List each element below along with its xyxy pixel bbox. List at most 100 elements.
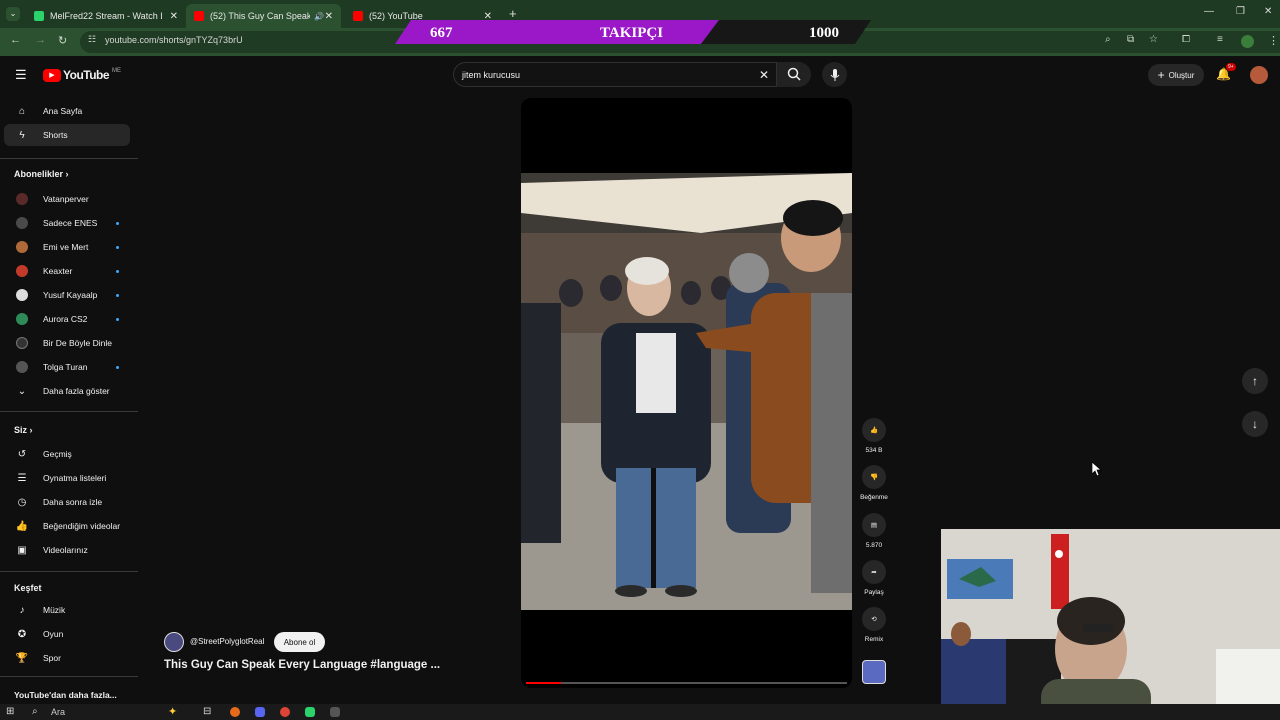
notifications-button[interactable]: 🔔 9+ bbox=[1216, 63, 1236, 81]
search-button[interactable] bbox=[777, 62, 811, 87]
sidebar-item-home[interactable]: ⌂ Ana Sayfa bbox=[0, 100, 130, 122]
close-tab-icon[interactable]: ✕ bbox=[325, 11, 333, 22]
playlist-icon: ☰ bbox=[17, 472, 27, 484]
minimize-button[interactable]: — bbox=[1204, 6, 1214, 17]
short-video-player[interactable] bbox=[521, 98, 852, 688]
sidebar-sub-item[interactable]: Vatanperver bbox=[0, 188, 130, 210]
sidebar-sub-item[interactable]: Bir De Böyle Dinle bbox=[0, 332, 130, 354]
new-content-dot bbox=[116, 269, 119, 273]
sidebar-item-playlists[interactable]: ☰ Oynatma listeleri bbox=[0, 467, 130, 489]
kick-app-icon[interactable] bbox=[305, 707, 315, 717]
like-icon: 👍 bbox=[15, 520, 29, 532]
tab-list-icon[interactable]: ⌄ bbox=[6, 7, 20, 21]
sidebar-item-your-videos[interactable]: ▣ Videolarınız bbox=[0, 539, 130, 561]
close-window-button[interactable]: ✕ bbox=[1264, 6, 1272, 17]
voice-search-button[interactable] bbox=[822, 62, 847, 87]
zoom-icon[interactable]: ⌕ bbox=[1105, 34, 1111, 45]
comments-button[interactable]: ▤ 5.870 bbox=[858, 513, 890, 549]
back-icon[interactable]: ← bbox=[10, 34, 21, 46]
progress-track[interactable] bbox=[526, 682, 847, 684]
section-title: Siz bbox=[14, 425, 28, 435]
show-more-button[interactable]: ⌄ Daha fazla göster bbox=[0, 380, 130, 402]
search-icon bbox=[787, 67, 801, 81]
app-icon[interactable] bbox=[330, 707, 340, 717]
shorts-icon: ϟ bbox=[19, 129, 25, 141]
forward-icon[interactable]: → bbox=[35, 34, 46, 46]
notification-badge: 9+ bbox=[1226, 63, 1236, 71]
sidebar-item-label: Bir De Böyle Dinle bbox=[43, 338, 112, 348]
sidebar-sub-item[interactable]: Emi ve Mert bbox=[0, 236, 130, 258]
reload-icon[interactable]: ↻ bbox=[58, 34, 67, 47]
sidebar-item-label: Müzik bbox=[43, 605, 66, 615]
taskbar-search-input[interactable]: Ara bbox=[51, 707, 65, 717]
clock-icon: ◷ bbox=[17, 496, 27, 508]
sidebar-item-music[interactable]: ♪ Müzik bbox=[0, 599, 130, 621]
hamburger-menu-icon[interactable]: ☰ bbox=[15, 67, 27, 83]
url-text: youtube.com/shorts/gnTYZq73brU bbox=[105, 35, 243, 45]
account-avatar[interactable] bbox=[1250, 66, 1268, 84]
subscriptions-header[interactable]: Abonelikler › bbox=[14, 169, 69, 179]
firefox-icon[interactable] bbox=[230, 707, 240, 717]
webcam-overlay bbox=[941, 529, 1280, 720]
short-title[interactable]: This Guy Can Speak Every Language #langu… bbox=[164, 659, 440, 671]
sidebar-sub-item[interactable]: Aurora CS2 bbox=[0, 308, 130, 330]
thumbs-up-icon: 👍 bbox=[869, 427, 879, 434]
maximize-button[interactable]: ❐ bbox=[1236, 6, 1245, 17]
chrome-icon[interactable] bbox=[280, 707, 290, 717]
home-icon: ⌂ bbox=[18, 105, 26, 117]
channel-name[interactable]: @StreetPolyglotReal bbox=[190, 637, 264, 646]
you-header[interactable]: Siz › bbox=[14, 425, 33, 435]
new-tab-button[interactable]: + bbox=[509, 6, 517, 21]
tab-melfred[interactable]: MelFred22 Stream - Watch Live ✕ bbox=[26, 4, 186, 28]
channel-avatar-icon bbox=[15, 240, 29, 254]
divider bbox=[0, 411, 138, 412]
bookmark-star-icon[interactable]: ☆ bbox=[1149, 34, 1158, 45]
previous-short-button[interactable]: ↑ bbox=[1242, 368, 1268, 394]
sidebar-item-label: Keaxter bbox=[43, 266, 73, 276]
subscribe-button[interactable]: Abone ol bbox=[274, 632, 325, 652]
new-content-dot bbox=[116, 221, 119, 225]
channel-avatar-icon bbox=[15, 216, 29, 230]
remix-button[interactable]: ⟲ Remix bbox=[858, 607, 890, 643]
sidebar-item-history[interactable]: ↺ Geçmiş bbox=[0, 443, 130, 465]
sidebar-item-label: Oyun bbox=[43, 629, 64, 639]
sidebar-sub-item[interactable]: Tolga Turan bbox=[0, 356, 130, 378]
search-input[interactable]: jitem kurucusu bbox=[462, 70, 520, 80]
search-box[interactable]: jitem kurucusu ✕ bbox=[453, 62, 777, 87]
sidebar-item-shorts[interactable]: ϟ Shorts bbox=[4, 124, 130, 146]
sidebar-item-gaming[interactable]: ✪ Oyun bbox=[0, 623, 130, 645]
speaker-icon[interactable]: 🔊 bbox=[314, 12, 324, 21]
cast-icon[interactable]: ⧉ bbox=[1127, 34, 1134, 45]
sidebar-sub-item[interactable]: Keaxter bbox=[0, 260, 130, 282]
sidebar-item-label: Videolarınız bbox=[43, 545, 88, 555]
comment-icon: ▤ bbox=[870, 522, 878, 529]
channel-avatar-icon bbox=[15, 264, 29, 278]
sidebar-item-sports[interactable]: 🏆 Spor bbox=[0, 647, 130, 669]
profile-avatar[interactable] bbox=[1241, 35, 1254, 48]
like-button[interactable]: 👍 534 B bbox=[858, 418, 890, 454]
audio-avatar bbox=[862, 660, 886, 684]
sidebar-item-watch-later[interactable]: ◷ Daha sonra izle bbox=[0, 491, 130, 513]
sidebar-item-label: Daha fazla göster bbox=[43, 386, 110, 396]
sidebar-sub-item[interactable]: Yusuf Kayaalp bbox=[0, 284, 130, 306]
dislike-button[interactable]: 👎 Beğenme bbox=[858, 465, 890, 501]
extensions-icon[interactable]: ⧠ bbox=[1182, 34, 1190, 45]
clear-search-icon[interactable]: ✕ bbox=[759, 68, 769, 82]
discord-icon[interactable] bbox=[255, 707, 265, 717]
youtube-logo[interactable]: ▶ YouTube ME bbox=[43, 68, 121, 82]
create-button[interactable]: + Oluştur bbox=[1148, 64, 1204, 86]
close-tab-icon[interactable]: ✕ bbox=[170, 11, 178, 22]
windows-start-icon[interactable]: ⊞ bbox=[6, 706, 14, 717]
sidebar-item-liked[interactable]: 👍 Beğendiğim videolar bbox=[0, 515, 130, 537]
media-icon[interactable]: ≡ bbox=[1217, 34, 1223, 45]
music-icon: ♪ bbox=[19, 604, 25, 616]
site-info-icon[interactable]: ☷ bbox=[88, 34, 96, 45]
menu-kebab-icon[interactable]: ⋮ bbox=[1268, 34, 1279, 47]
sound-thumbnail[interactable] bbox=[858, 660, 890, 684]
share-button[interactable]: ➦ Paylaş bbox=[858, 560, 890, 596]
next-short-button[interactable]: ↓ bbox=[1242, 411, 1268, 437]
sidebar-sub-item[interactable]: Sadece ENES bbox=[0, 212, 130, 234]
task-view-icon[interactable]: ⊟ bbox=[203, 706, 211, 717]
channel-avatar[interactable] bbox=[164, 632, 184, 652]
tab-youtube-short[interactable]: (52) This Guy Can Speak Ev 🔊 ✕ bbox=[186, 4, 341, 28]
